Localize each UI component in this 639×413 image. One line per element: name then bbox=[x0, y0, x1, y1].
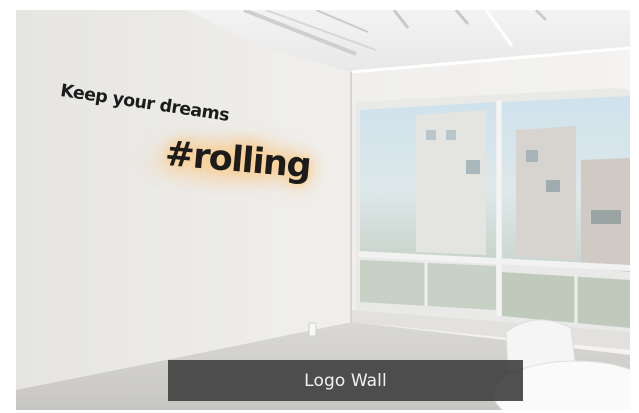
caption-label: Logo Wall bbox=[304, 370, 387, 391]
building-window bbox=[591, 210, 621, 224]
image-frame: Keep your dreams #rolling Logo Wall bbox=[0, 0, 639, 413]
building-window bbox=[426, 130, 436, 140]
office-scene bbox=[16, 10, 630, 410]
window-pane-lower bbox=[360, 260, 496, 310]
office-photo: Keep your dreams #rolling bbox=[16, 10, 630, 410]
wall-outlet bbox=[308, 322, 317, 337]
caption-bar: Logo Wall bbox=[168, 360, 523, 401]
building-window bbox=[546, 180, 560, 192]
outside-building bbox=[516, 126, 576, 260]
building-window bbox=[446, 130, 456, 140]
building-window bbox=[466, 160, 480, 174]
building-window bbox=[526, 150, 538, 162]
